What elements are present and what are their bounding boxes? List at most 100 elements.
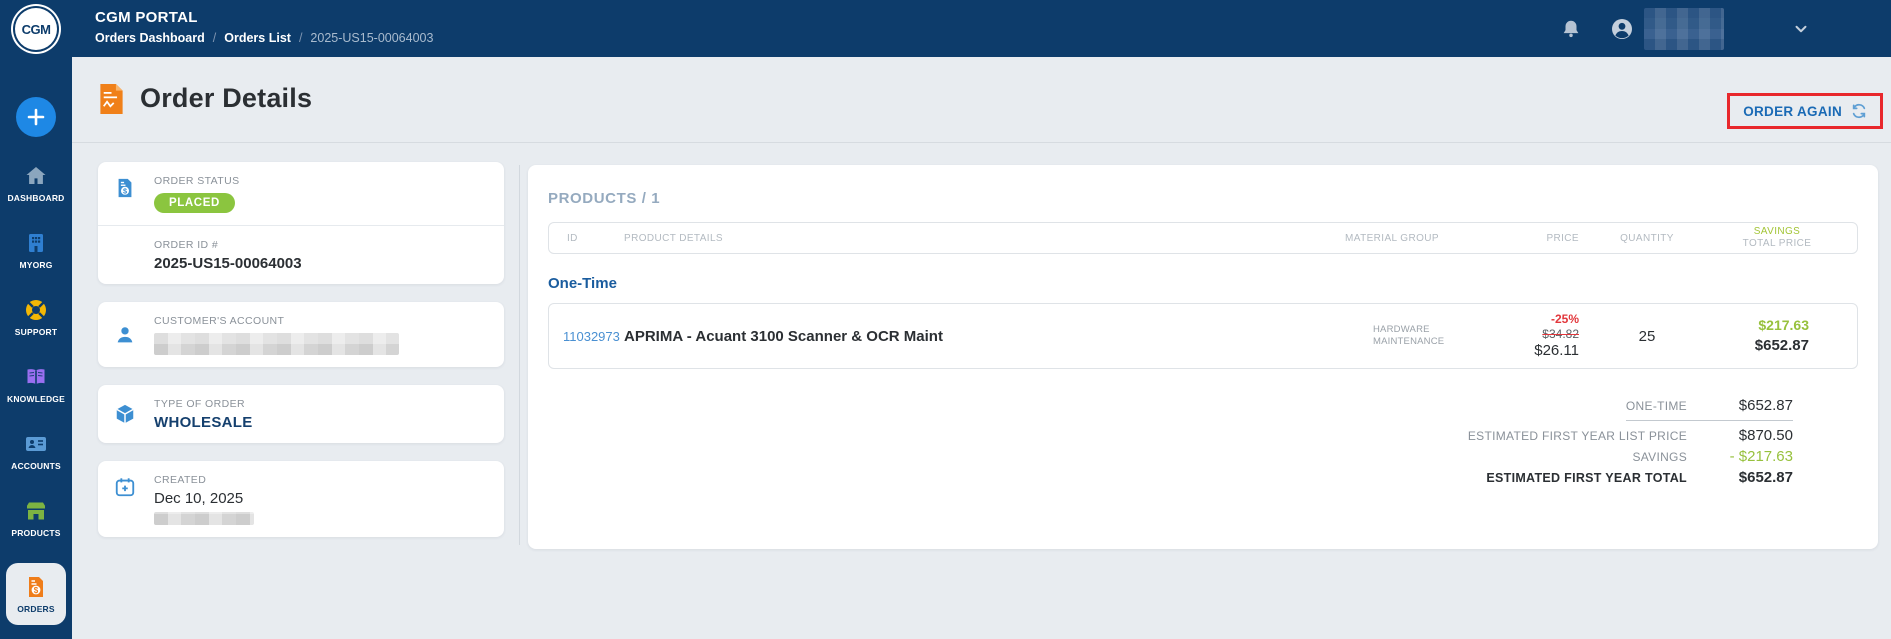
- chevron-down-icon[interactable]: [1792, 20, 1810, 38]
- material-group-line1: HARDWARE: [1373, 324, 1477, 336]
- summary-value: $652.87: [1687, 469, 1793, 486]
- sidebar-item-label: DASHBOARD: [7, 193, 64, 203]
- column-header-quantity: QUANTITY: [1597, 233, 1697, 244]
- discount-percent: -25%: [1477, 312, 1579, 327]
- order-status-label: ORDER STATUS: [154, 175, 486, 187]
- customer-account-label: CUSTOMER'S ACCOUNT: [154, 315, 486, 327]
- sidebar-item-label: ACCOUNTS: [11, 461, 61, 471]
- sidebar-item-label: SUPPORT: [15, 327, 58, 337]
- book-icon: [24, 365, 48, 389]
- sidebar-item-myorg[interactable]: MYORG: [6, 228, 66, 272]
- sidebar-item-support[interactable]: SUPPORT: [6, 295, 66, 339]
- created-field: CREATED Dec 10, 2025: [98, 461, 504, 537]
- column-header-savings: SAVINGS: [1697, 226, 1857, 239]
- order-id-label: ORDER ID #: [154, 239, 486, 251]
- sidebar-item-products[interactable]: PRODUCTS: [6, 496, 66, 540]
- cube-icon: [114, 403, 136, 425]
- breadcrumb-separator: /: [299, 31, 302, 45]
- summary-label: ESTIMATED FIRST YEAR LIST PRICE: [1468, 429, 1687, 443]
- summary-row-savings: SAVINGS - $217.63: [1632, 446, 1793, 467]
- summary-label: SAVINGS: [1632, 450, 1687, 464]
- material-group-line2: MAINTENANCE: [1373, 336, 1477, 348]
- order-status-field: ORDER STATUS PLACED: [98, 162, 504, 225]
- breadcrumb-separator: /: [213, 31, 216, 45]
- product-name: APRIMA - Acuant 3100 Scanner & OCR Maint: [624, 328, 1307, 345]
- created-label: CREATED: [154, 474, 486, 486]
- redacted-customer-account: [154, 333, 399, 355]
- order-status-card: $ ORDER STATUS PLACED ORDER ID # 2025-US…: [98, 162, 504, 284]
- app-root: CGM PORTAL Orders Dashboard / Orders Lis…: [0, 0, 1891, 639]
- svg-text:$: $: [34, 585, 39, 594]
- redacted-created-by: [154, 512, 254, 525]
- top-bar: CGM PORTAL Orders Dashboard / Orders Lis…: [0, 0, 1891, 57]
- summary-label: ESTIMATED FIRST YEAR TOTAL: [1486, 471, 1687, 485]
- lifebuoy-icon: [24, 298, 48, 322]
- product-savings-cell: $217.63 $652.87: [1697, 316, 1857, 357]
- main-content: Order Details ORDER AGAIN $: [72, 57, 1891, 639]
- user-avatar-icon[interactable]: [1610, 17, 1634, 41]
- product-id-link[interactable]: 11032973: [549, 329, 624, 344]
- summary-row-total: ESTIMATED FIRST YEAR TOTAL $652.87: [1486, 467, 1793, 488]
- unit-price: $26.11: [1477, 342, 1579, 361]
- brand-block: CGM PORTAL Orders Dashboard / Orders Lis…: [95, 9, 433, 45]
- cgm-logo-text: CGM: [22, 22, 51, 37]
- summary-row-one-time: ONE-TIME $652.87: [1626, 395, 1793, 421]
- summary-value: $652.87: [1687, 397, 1793, 414]
- invoice-dollar-icon: $: [114, 177, 136, 199]
- customer-account-card: CUSTOMER'S ACCOUNT: [98, 302, 504, 367]
- breadcrumb-orders-list[interactable]: Orders List: [224, 31, 291, 45]
- column-header-price: PRICE: [1477, 233, 1597, 244]
- order-again-label: ORDER AGAIN: [1743, 104, 1842, 119]
- sidebar-item-label: PRODUCTS: [11, 528, 60, 538]
- product-savings: $217.63: [1697, 316, 1809, 336]
- list-price-strikethrough: $34.82: [1477, 327, 1579, 342]
- order-again-button[interactable]: ORDER AGAIN: [1727, 93, 1883, 129]
- created-date: Dec 10, 2025: [154, 490, 486, 507]
- create-new-button[interactable]: [16, 97, 56, 137]
- building-icon: [24, 231, 48, 255]
- plus-icon: [26, 107, 46, 127]
- page-title-block: Order Details: [98, 83, 312, 114]
- column-header-product-details: PRODUCT DETAILS: [624, 233, 1307, 244]
- cgm-logo: CGM: [15, 8, 57, 50]
- type-of-order-label: TYPE OF ORDER: [154, 398, 486, 410]
- invoice-dollar-icon: $: [24, 575, 48, 599]
- breadcrumb: Orders Dashboard / Orders List / 2025-US…: [95, 31, 433, 45]
- products-panel: PRODUCTS / 1 ID PRODUCT DETAILS MATERIAL…: [528, 165, 1878, 549]
- sidebar-item-knowledge[interactable]: KNOWLEDGE: [6, 362, 66, 406]
- products-heading: PRODUCTS / 1: [528, 165, 1878, 222]
- sidebar-nav: DASHBOARD MYORG: [6, 161, 66, 625]
- column-header-savings-total: SAVINGS TOTAL PRICE: [1697, 226, 1857, 251]
- refresh-icon: [1851, 103, 1867, 119]
- svg-text:$: $: [123, 186, 127, 195]
- sidebar-item-dashboard[interactable]: DASHBOARD: [6, 161, 66, 205]
- vertical-divider: [519, 165, 520, 545]
- document-icon: [98, 84, 125, 114]
- breadcrumb-orders-dashboard[interactable]: Orders Dashboard: [95, 31, 205, 45]
- person-icon: [114, 324, 136, 346]
- sidebar-item-orders[interactable]: $ ORDERS: [6, 563, 66, 625]
- storefront-icon: [24, 499, 48, 523]
- order-info-column: $ ORDER STATUS PLACED ORDER ID # 2025-US…: [98, 162, 504, 537]
- sidebar-item-accounts[interactable]: ACCOUNTS: [6, 429, 66, 473]
- customer-account-field: CUSTOMER'S ACCOUNT: [98, 302, 504, 367]
- home-icon: [24, 164, 48, 188]
- app-title: CGM PORTAL: [95, 9, 433, 26]
- bell-icon[interactable]: [1560, 18, 1582, 40]
- redacted-username: [1644, 8, 1724, 50]
- created-card: CREATED Dec 10, 2025: [98, 461, 504, 537]
- product-price-cell: -25% $34.82 $26.11: [1477, 312, 1597, 361]
- order-id-value: 2025-US15-00064003: [154, 255, 486, 272]
- breadcrumb-current-order: 2025-US15-00064003: [310, 31, 433, 45]
- topbar-actions: [1560, 0, 1810, 57]
- one-time-section-title: One-Time: [548, 275, 1858, 292]
- page-header: Order Details ORDER AGAIN: [72, 57, 1891, 143]
- product-quantity: 25: [1597, 328, 1697, 345]
- sidebar-item-label: KNOWLEDGE: [7, 394, 65, 404]
- summary-value: $870.50: [1687, 427, 1793, 444]
- column-header-id: ID: [549, 233, 624, 244]
- page-title: Order Details: [140, 83, 312, 114]
- status-badge: PLACED: [154, 193, 235, 213]
- summary-label: ONE-TIME: [1626, 399, 1687, 413]
- column-header-total-price: TOTAL PRICE: [1697, 238, 1857, 251]
